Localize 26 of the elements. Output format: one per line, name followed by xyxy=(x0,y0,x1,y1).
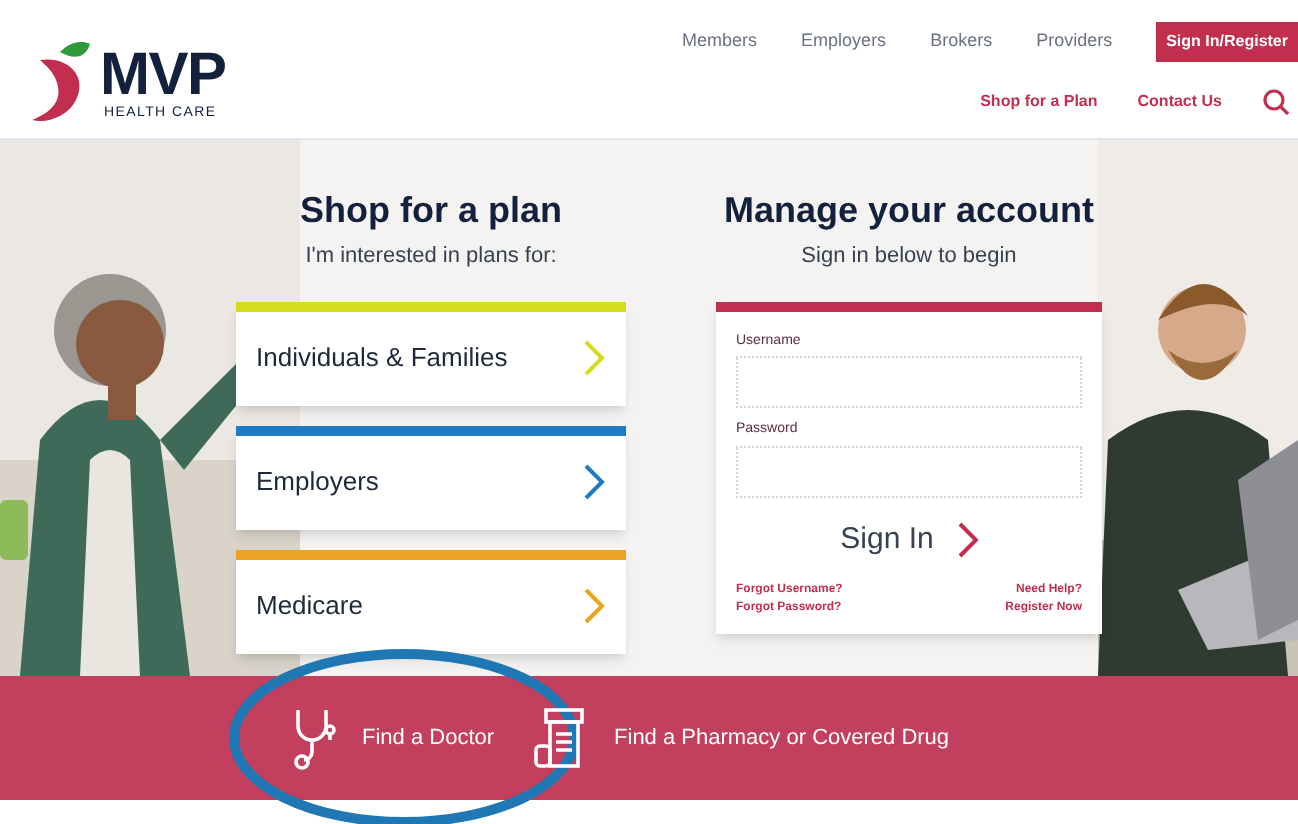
stethoscope-icon xyxy=(290,706,338,770)
sign-in-button[interactable]: Sign In xyxy=(840,517,978,562)
password-field[interactable] xyxy=(736,445,1082,497)
nav-link[interactable]: Contact Us xyxy=(1137,90,1222,114)
section-heading: Shop for a plan xyxy=(299,188,562,234)
section-subtitle: I'm interested in plans for: xyxy=(305,242,557,272)
logo-name: MVP xyxy=(100,46,226,106)
sign-in-register-button[interactable]: Sign In/Register xyxy=(1156,22,1298,62)
search-icon[interactable] xyxy=(1262,88,1290,116)
nav-link[interactable]: Employers xyxy=(801,28,887,56)
plan-card[interactable]: Employers xyxy=(236,425,626,529)
chevron-right-icon xyxy=(582,462,606,502)
quick-link[interactable]: Find a Pharmacy or Covered Drug xyxy=(534,706,950,770)
section-heading: Manage your account xyxy=(723,188,1095,234)
plan-card[interactable]: Individuals & Families xyxy=(236,301,626,405)
username-field[interactable] xyxy=(736,356,1082,408)
nav-link[interactable]: Members xyxy=(682,28,758,56)
plan-card[interactable]: Medicare xyxy=(236,549,626,653)
nav-link[interactable]: Brokers xyxy=(930,28,993,56)
nav-link[interactable]: Providers xyxy=(1036,28,1113,56)
logo-icon xyxy=(32,36,92,124)
chevron-right-icon xyxy=(957,521,978,558)
section-subtitle: Sign in below to begin xyxy=(801,242,1017,272)
nav-link[interactable]: Shop for a Plan xyxy=(980,90,1098,114)
chevron-right-icon xyxy=(582,338,606,378)
chevron-right-icon xyxy=(582,586,606,626)
